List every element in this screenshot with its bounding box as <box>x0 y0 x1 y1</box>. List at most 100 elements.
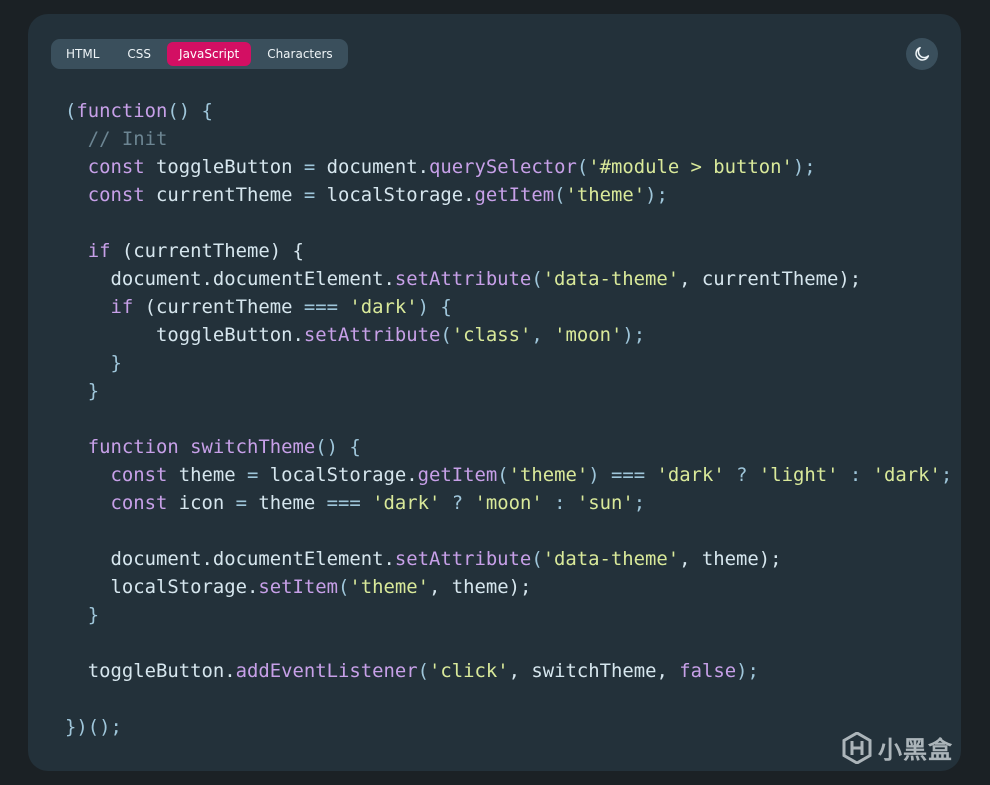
code-token: toggleButton. <box>65 660 236 682</box>
code-token: = <box>247 464 259 486</box>
code-token: const <box>87 184 145 206</box>
code-token: , theme); <box>428 576 532 598</box>
code-line: ​ <box>65 629 952 657</box>
code-token: 'class' <box>451 324 532 346</box>
code-token: } <box>65 604 100 626</box>
code-token: ( <box>497 464 509 486</box>
code-token: ( <box>337 576 350 598</box>
code-token: ( <box>531 548 543 570</box>
code-token: = <box>235 492 247 514</box>
code-token: getItem <box>474 184 555 206</box>
code-token: ) { <box>417 296 452 318</box>
code-line: toggleButton.setAttribute('class', 'moon… <box>65 321 952 349</box>
code-token: === <box>303 296 338 318</box>
code-token: const <box>110 492 168 514</box>
code-token: document. <box>315 156 429 178</box>
code-token: 'theme' <box>565 184 646 206</box>
code-line: ​ <box>65 209 952 237</box>
code-token: 'dark' <box>372 492 441 514</box>
code-card: HTML CSS JavaScript Characters (function… <box>28 14 961 771</box>
code-token: addEventListener <box>235 660 418 682</box>
code-token: currentTheme <box>144 184 304 206</box>
code-line: localStorage.setItem('theme', theme); <box>65 573 952 601</box>
code-token: 'dark' <box>656 464 725 486</box>
code-token: : <box>838 464 873 486</box>
code-token: 'dark' <box>872 464 941 486</box>
code-token: ( <box>65 100 77 122</box>
code-token: localStorage. <box>315 184 475 206</box>
code-token: ); <box>622 324 646 346</box>
code-token: 'dark' <box>349 296 418 318</box>
code-token: === <box>610 464 646 486</box>
watermark: 小黑盒 <box>842 730 953 765</box>
code-line: // Init <box>65 125 952 153</box>
code-line: if (currentTheme === 'dark') { <box>65 293 952 321</box>
tab-javascript[interactable]: JavaScript <box>167 42 252 66</box>
code-token: ? <box>724 464 759 486</box>
code-token: document.documentElement. <box>65 548 395 570</box>
tab-css[interactable]: CSS <box>115 42 163 66</box>
code-line: ​ <box>65 685 952 713</box>
code-token: '#module > button' <box>588 156 793 178</box>
code-token: , theme); <box>679 548 782 570</box>
code-token: theme <box>167 464 247 486</box>
code-token: ); <box>736 660 759 682</box>
code-token: switchTheme <box>190 436 316 458</box>
code-token: if <box>87 240 111 262</box>
code-line: const theme = localStorage.getItem('them… <box>65 461 953 489</box>
code-token: , currentTheme); <box>679 268 862 290</box>
code-token: , <box>531 324 555 346</box>
code-token: 'data-theme' <box>542 548 680 570</box>
code-token: ( <box>440 324 452 346</box>
code-token: querySelector <box>428 156 577 178</box>
tab-characters[interactable]: Characters <box>255 42 345 66</box>
code-token: function <box>87 436 179 458</box>
code-token: } <box>65 352 122 374</box>
code-token: () { <box>167 100 213 122</box>
tab-html[interactable]: HTML <box>54 42 111 66</box>
code-line: const currentTheme = localStorage.getIte… <box>65 181 952 209</box>
code-line: (function() { <box>65 97 952 125</box>
code-token: ; <box>940 464 953 486</box>
code-line: toggleButton.addEventListener('click', s… <box>65 657 952 685</box>
code-token: ( <box>554 184 566 206</box>
code-token: document.documentElement. <box>65 268 395 290</box>
code-line: if (currentTheme) { <box>65 237 952 265</box>
code-token: === <box>326 492 361 514</box>
code-token: setItem <box>258 576 338 598</box>
code-line: } <box>65 377 952 405</box>
code-line: })(); <box>65 713 952 741</box>
code-token: getItem <box>417 464 498 486</box>
theme-toggle-button[interactable] <box>906 38 938 70</box>
code-token: 'sun' <box>576 492 634 514</box>
code-token: const <box>110 464 168 486</box>
code-line: const toggleButton = document.querySelec… <box>65 153 952 181</box>
code-line: document.documentElement.setAttribute('d… <box>65 265 952 293</box>
code-token: (currentTheme <box>133 296 304 318</box>
code-token: 'moon' <box>554 324 623 346</box>
code-token: } <box>65 380 100 402</box>
code-token: theme <box>247 492 327 514</box>
code-token: 'click' <box>428 660 509 682</box>
language-tabs: HTML CSS JavaScript Characters <box>51 39 348 69</box>
code-token: ); <box>792 156 816 178</box>
code-line: } <box>65 349 952 377</box>
code-line: document.documentElement.setAttribute('d… <box>65 545 952 573</box>
code-token: 'light' <box>758 464 839 486</box>
code-token: const <box>87 156 145 178</box>
code-line: ​ <box>65 405 952 433</box>
code-token: localStorage. <box>258 464 418 486</box>
code-token: localStorage. <box>65 576 259 598</box>
code-token: ; <box>633 492 646 514</box>
code-block: (function() { // Init const toggleButton… <box>65 97 952 741</box>
code-line: function switchTheme() { <box>65 433 952 461</box>
code-token: toggleButton. <box>65 324 304 346</box>
